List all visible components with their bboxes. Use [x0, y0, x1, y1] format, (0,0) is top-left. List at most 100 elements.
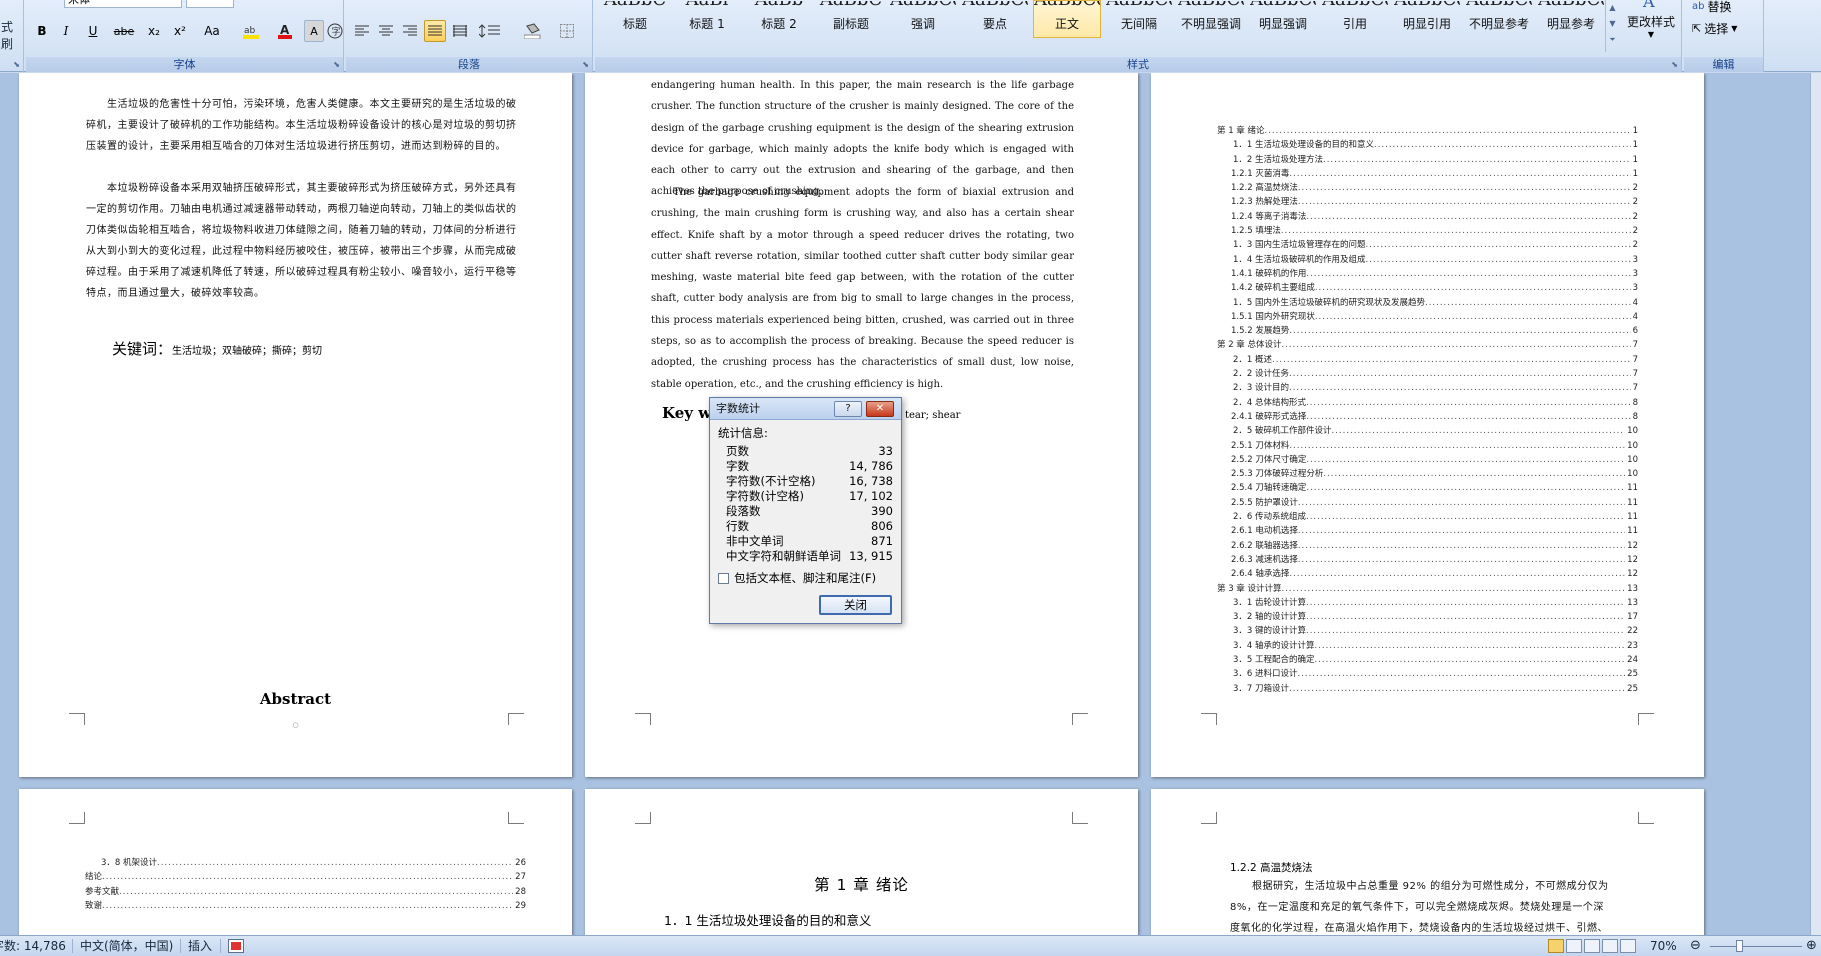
help-button[interactable]: ? — [834, 401, 862, 417]
toc-entry[interactable]: 2．4 总体结构形式..............................… — [1217, 396, 1638, 410]
macro-record-icon[interactable] — [228, 939, 244, 953]
toc-entry[interactable]: 2．5 破碎机工作部件设计...........................… — [1217, 424, 1638, 438]
align-right-icon[interactable] — [400, 20, 420, 42]
toc-entry[interactable]: 1.2.1 灭菌消毒..............................… — [1217, 167, 1638, 181]
distributed-icon[interactable] — [450, 20, 470, 42]
toc-entry[interactable]: 3．1 齿轮设计计算..............................… — [1217, 596, 1638, 610]
style-6[interactable]: AaBbCcD 正文 — [1033, 0, 1101, 38]
toc-entry[interactable]: 第 3 章 设计计算..............................… — [1217, 582, 1638, 596]
style-9[interactable]: AaBbCcD 明显强调 — [1249, 0, 1317, 38]
toc-entry[interactable]: 2．3 设计目的................................… — [1217, 381, 1638, 395]
toc-entry[interactable]: 2.5.5 防护罩设计.............................… — [1217, 496, 1638, 510]
toc-entry[interactable]: 2.5.4 刀轴转速确定............................… — [1217, 481, 1638, 495]
change-case-button[interactable]: Aa — [196, 20, 228, 42]
toc-entry[interactable]: 第 2 章 总体设计..............................… — [1217, 338, 1638, 352]
zoom-in-icon[interactable]: ⊕ — [1806, 938, 1817, 954]
styles-dialog-launcher-icon[interactable]: ⬊ — [1671, 60, 1678, 69]
toc-entry[interactable]: 1.4.2 破碎机主要组成...........................… — [1217, 281, 1638, 295]
toc-entry[interactable]: 1.5.2 发展趋势..............................… — [1217, 324, 1638, 338]
dialog-titlebar[interactable]: 字数统计 ? ✕ — [710, 398, 901, 420]
toc-entry[interactable]: 3．6 进料口设计...............................… — [1217, 667, 1638, 681]
clipboard-expand-icon[interactable]: ⬊ — [13, 60, 20, 69]
toc-entry[interactable]: 1．4 生活垃圾破碎机的作用及组成.......................… — [1217, 253, 1638, 267]
style-12[interactable]: AaBbCcD 不明显参考 — [1465, 0, 1533, 38]
subscript-button[interactable]: x₂ — [142, 20, 166, 42]
change-styles-button[interactable]: A 更改样式 ▼ — [1625, 0, 1677, 52]
font-dialog-launcher-icon[interactable]: ⬊ — [333, 60, 340, 69]
view-buttons[interactable] — [1548, 939, 1636, 955]
replace-button[interactable]: ab 替换 — [1692, 0, 1732, 15]
style-1[interactable]: AaBl 标题 1 — [673, 0, 741, 38]
style-3[interactable]: AaBbC 副标题 — [817, 0, 885, 38]
toc-entry[interactable]: 3．8 机架设计................................… — [85, 856, 526, 870]
vertical-scrollbar[interactable] — [1810, 73, 1821, 935]
toc-entry[interactable]: 3．3 键的设计计算..............................… — [1217, 624, 1638, 638]
superscript-button[interactable]: x² — [168, 20, 192, 42]
format-painter-label[interactable]: 式刷 — [1, 18, 23, 52]
toc-entry[interactable]: 1.2.3 热解处理法.............................… — [1217, 195, 1638, 209]
toc-entry[interactable]: 2.6.3 减速机选择.............................… — [1217, 553, 1638, 567]
borders-icon[interactable] — [552, 20, 582, 42]
select-button[interactable]: ⇱ 选择 ▼ — [1692, 20, 1737, 37]
toc-entry[interactable]: 2.6.2 联轴器选择.............................… — [1217, 539, 1638, 553]
toc-entry[interactable]: 1.2.2 高温焚烧法.............................… — [1217, 181, 1638, 195]
toc-entry[interactable]: 1.2.5 填埋法...............................… — [1217, 224, 1638, 238]
dialog-close-icon[interactable]: ✕ — [866, 401, 894, 417]
page-chapter-1[interactable]: 第 1 章 绪论 1．1 生活垃圾处理设备的目的和意义 — [585, 789, 1138, 935]
style-4[interactable]: AaBbCcI 强调 — [889, 0, 957, 38]
toc-entry[interactable]: 1.4.1 破碎机的作用............................… — [1217, 267, 1638, 281]
toc-entry[interactable]: 2.6.4 轴承选择..............................… — [1217, 567, 1638, 581]
shading-icon[interactable] — [518, 20, 548, 42]
toc-entry[interactable]: 1．5 国内外生活垃圾破碎机的研究现状及发展趋势................… — [1217, 296, 1638, 310]
align-left-icon[interactable] — [352, 20, 372, 42]
strikethrough-button[interactable]: abe — [110, 20, 138, 42]
paragraph-dialog-launcher-icon[interactable]: ⬊ — [582, 60, 589, 69]
bold-button[interactable]: B — [32, 20, 52, 42]
font-size-box[interactable] — [186, 0, 234, 8]
italic-button[interactable]: I — [56, 20, 76, 42]
page-body-text[interactable]: 1.2.2 高温焚烧法 根据研究，生活垃圾中占总重量 92% 的组分为可燃性成分… — [1151, 789, 1704, 935]
toc-entry[interactable]: 2．1 概述..................................… — [1217, 353, 1638, 367]
toc-entry[interactable]: 结论......................................… — [85, 870, 526, 884]
document-workspace[interactable]: 生活垃圾的危害性十分可怕，污染环境，危害人类健康。本文主要研究的是生活垃圾的破碎… — [0, 73, 1810, 935]
outline-icon[interactable] — [1602, 939, 1618, 953]
char-shading-icon[interactable]: A — [304, 20, 324, 42]
style-11[interactable]: AaBbCcD 明显引用 — [1393, 0, 1461, 38]
zoom-level[interactable]: 70% — [1650, 938, 1677, 954]
font-color-icon[interactable]: A — [272, 20, 298, 42]
page-toc-continued[interactable]: 3．8 机架设计................................… — [19, 789, 572, 935]
underline-button[interactable]: U — [80, 20, 106, 42]
page-chinese-abstract[interactable]: 生活垃圾的危害性十分可怕，污染环境，危害人类健康。本文主要研究的是生活垃圾的破碎… — [19, 73, 572, 777]
print-layout-icon[interactable] — [1548, 939, 1564, 953]
toc-entry[interactable]: 1.2.4 等离子消毒法............................… — [1217, 210, 1638, 224]
toc-entry[interactable]: 1.5.1 国内外研究现状...........................… — [1217, 310, 1638, 324]
toc-entry[interactable]: 3．5 工程配合的确定.............................… — [1217, 653, 1638, 667]
draft-icon[interactable] — [1620, 939, 1636, 953]
include-footnotes-checkbox[interactable]: 包括文本框、脚注和尾注(F) — [710, 564, 901, 586]
toc-entry[interactable]: 2.5.3 刀体破碎过程分析..........................… — [1217, 467, 1638, 481]
justify-icon[interactable] — [424, 20, 446, 42]
toc-entry[interactable]: 2．6 传动系统组成..............................… — [1217, 510, 1638, 524]
style-13[interactable]: AaBbCcD 明显参考 — [1537, 0, 1605, 38]
page-table-of-contents[interactable]: 第 1 章 绪论................................… — [1151, 73, 1704, 777]
word-count-status[interactable]: 字数: 14,786 — [0, 938, 66, 954]
zoom-slider[interactable] — [1710, 946, 1802, 947]
insert-mode-status[interactable]: 插入 — [188, 938, 212, 954]
highlight-icon[interactable]: ab — [238, 20, 266, 42]
language-status[interactable]: 中文(简体，中国) — [80, 938, 173, 954]
font-name-box[interactable]: 宋体 — [64, 0, 182, 8]
toc-entry[interactable]: 致谢......................................… — [85, 899, 526, 913]
line-spacing-icon[interactable] — [474, 20, 506, 42]
gallery-scroll[interactable]: ▲ ▼ ⏷ — [1605, 0, 1619, 52]
word-count-dialog[interactable]: 字数统计 ? ✕ 统计信息: 页数 33 字数 14, 786 字符数(不计空格) 16,… — [709, 397, 902, 624]
style-7[interactable]: AaBbCcD 无间隔 — [1105, 0, 1173, 38]
style-8[interactable]: AaBbCcD 不明显强调 — [1177, 0, 1245, 38]
toc-entry[interactable]: 第 1 章 绪论................................… — [1217, 124, 1638, 138]
style-2[interactable]: AaBb 标题 2 — [745, 0, 813, 38]
zoom-out-icon[interactable]: ⊖ — [1690, 938, 1701, 954]
toc-entry[interactable]: 参考文献....................................… — [85, 885, 526, 899]
toc-entry[interactable]: 3．7 刀箱设计................................… — [1217, 682, 1638, 696]
toc-entry[interactable]: 2.6.1 电动机选择.............................… — [1217, 524, 1638, 538]
toc-entry[interactable]: 2.4.1 破碎形式选择............................… — [1217, 410, 1638, 424]
toc-entry[interactable]: 2.5.1 刀体材料..............................… — [1217, 439, 1638, 453]
